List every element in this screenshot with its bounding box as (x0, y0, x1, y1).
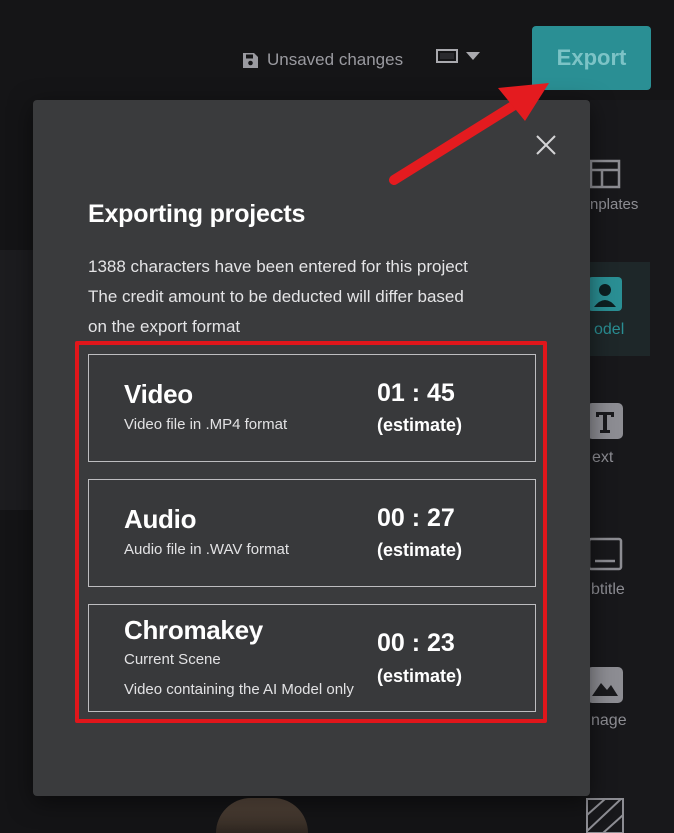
tool-label: nplates (590, 196, 639, 213)
subtitle-icon (587, 537, 623, 571)
description-line: The credit amount to be deducted will di… (88, 287, 464, 306)
tool-label: ext (592, 449, 614, 466)
pattern-icon (586, 798, 624, 833)
tool-label: btitle (591, 581, 625, 598)
text-icon (587, 403, 623, 439)
unsaved-status: Unsaved changes (242, 48, 403, 72)
tool-label: nage (591, 712, 627, 729)
aspect-ratio-icon (436, 49, 458, 63)
unsaved-label: Unsaved changes (267, 50, 404, 69)
chevron-down-icon (466, 52, 480, 60)
image-icon (587, 667, 623, 703)
description-line: 1388 characters have been entered for th… (88, 257, 468, 276)
description-line: on the export format (88, 317, 241, 336)
model-icon (588, 277, 622, 311)
save-icon (243, 52, 258, 68)
export-button[interactable]: Export (532, 26, 651, 90)
dialog-description: 1388 characters have been entered for th… (88, 252, 558, 342)
ai-model-preview (216, 798, 308, 833)
close-icon[interactable] (534, 133, 558, 157)
dialog-title: Exporting projects (88, 200, 306, 228)
aspect-ratio-dropdown[interactable] (436, 49, 480, 63)
highlight-box (75, 341, 547, 723)
stage-background (0, 250, 34, 510)
templates-icon (589, 159, 621, 189)
tool-label: odel (594, 321, 625, 338)
